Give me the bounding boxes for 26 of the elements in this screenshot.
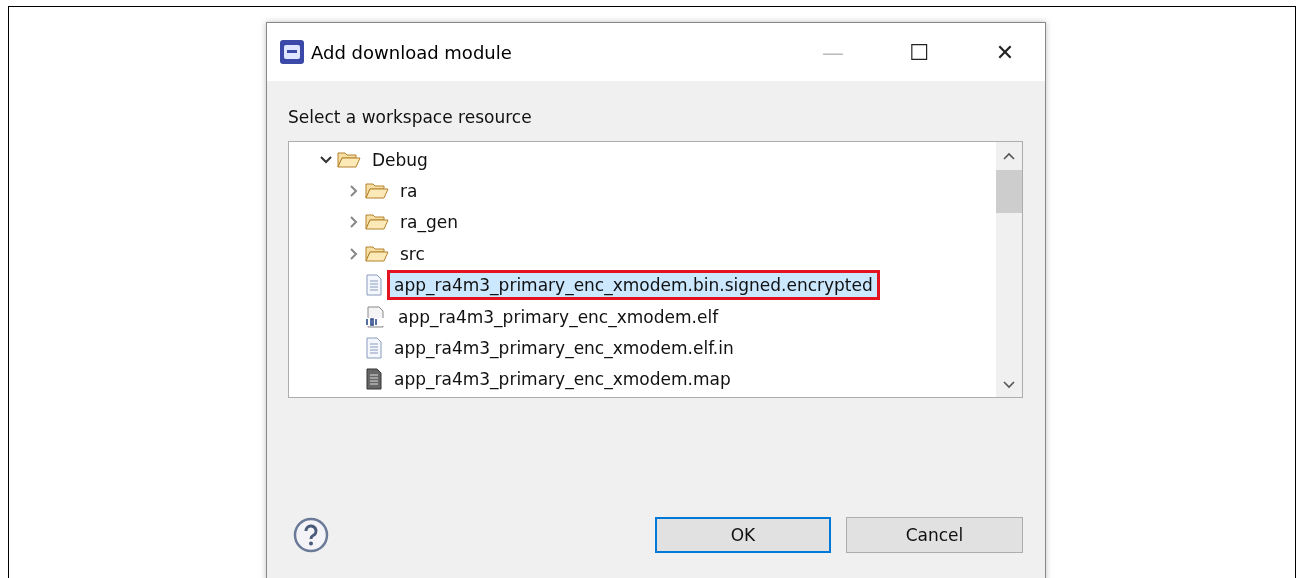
folder-icon [365, 182, 389, 201]
tree-item[interactable]: Debug [365, 144, 435, 175]
text-file-icon [365, 274, 383, 297]
tree-item[interactable]: app_ra4m3_primary_enc_xmodem.bin.signed.encrypted [387, 270, 880, 301]
tree-item[interactable]: app_ra4m3_primary_enc_xmodem.elf.in [387, 333, 741, 364]
tree-item[interactable]: app_ra4m3_primary_enc_xmodem.map [387, 364, 738, 395]
prompt-label: Select a workspace resource [288, 107, 533, 127]
folder-icon [337, 150, 361, 169]
tree-item[interactable]: ra [393, 176, 425, 207]
tree-item[interactable]: src [393, 238, 432, 269]
scrollbar[interactable] [996, 142, 1022, 397]
maximize-button[interactable]: ☐ [879, 23, 959, 81]
document-icon [365, 368, 383, 391]
tree-item[interactable]: app_ra4m3_primary_enc_xmodem.elf [391, 301, 726, 332]
binary-file-icon [365, 305, 387, 328]
help-icon[interactable] [293, 517, 329, 553]
window-title: Add download module [311, 41, 513, 63]
folder-icon [365, 213, 389, 232]
folder-icon [365, 244, 389, 263]
cancel-button[interactable]: Cancel [846, 517, 1023, 553]
scroll-thumb[interactable] [996, 170, 1022, 213]
ok-button[interactable]: OK [655, 517, 831, 553]
tree-item[interactable]: ra_gen [393, 207, 465, 238]
close-button[interactable]: ✕ [965, 23, 1045, 81]
app-chip-icon [279, 39, 305, 65]
text-file-icon [365, 337, 383, 360]
